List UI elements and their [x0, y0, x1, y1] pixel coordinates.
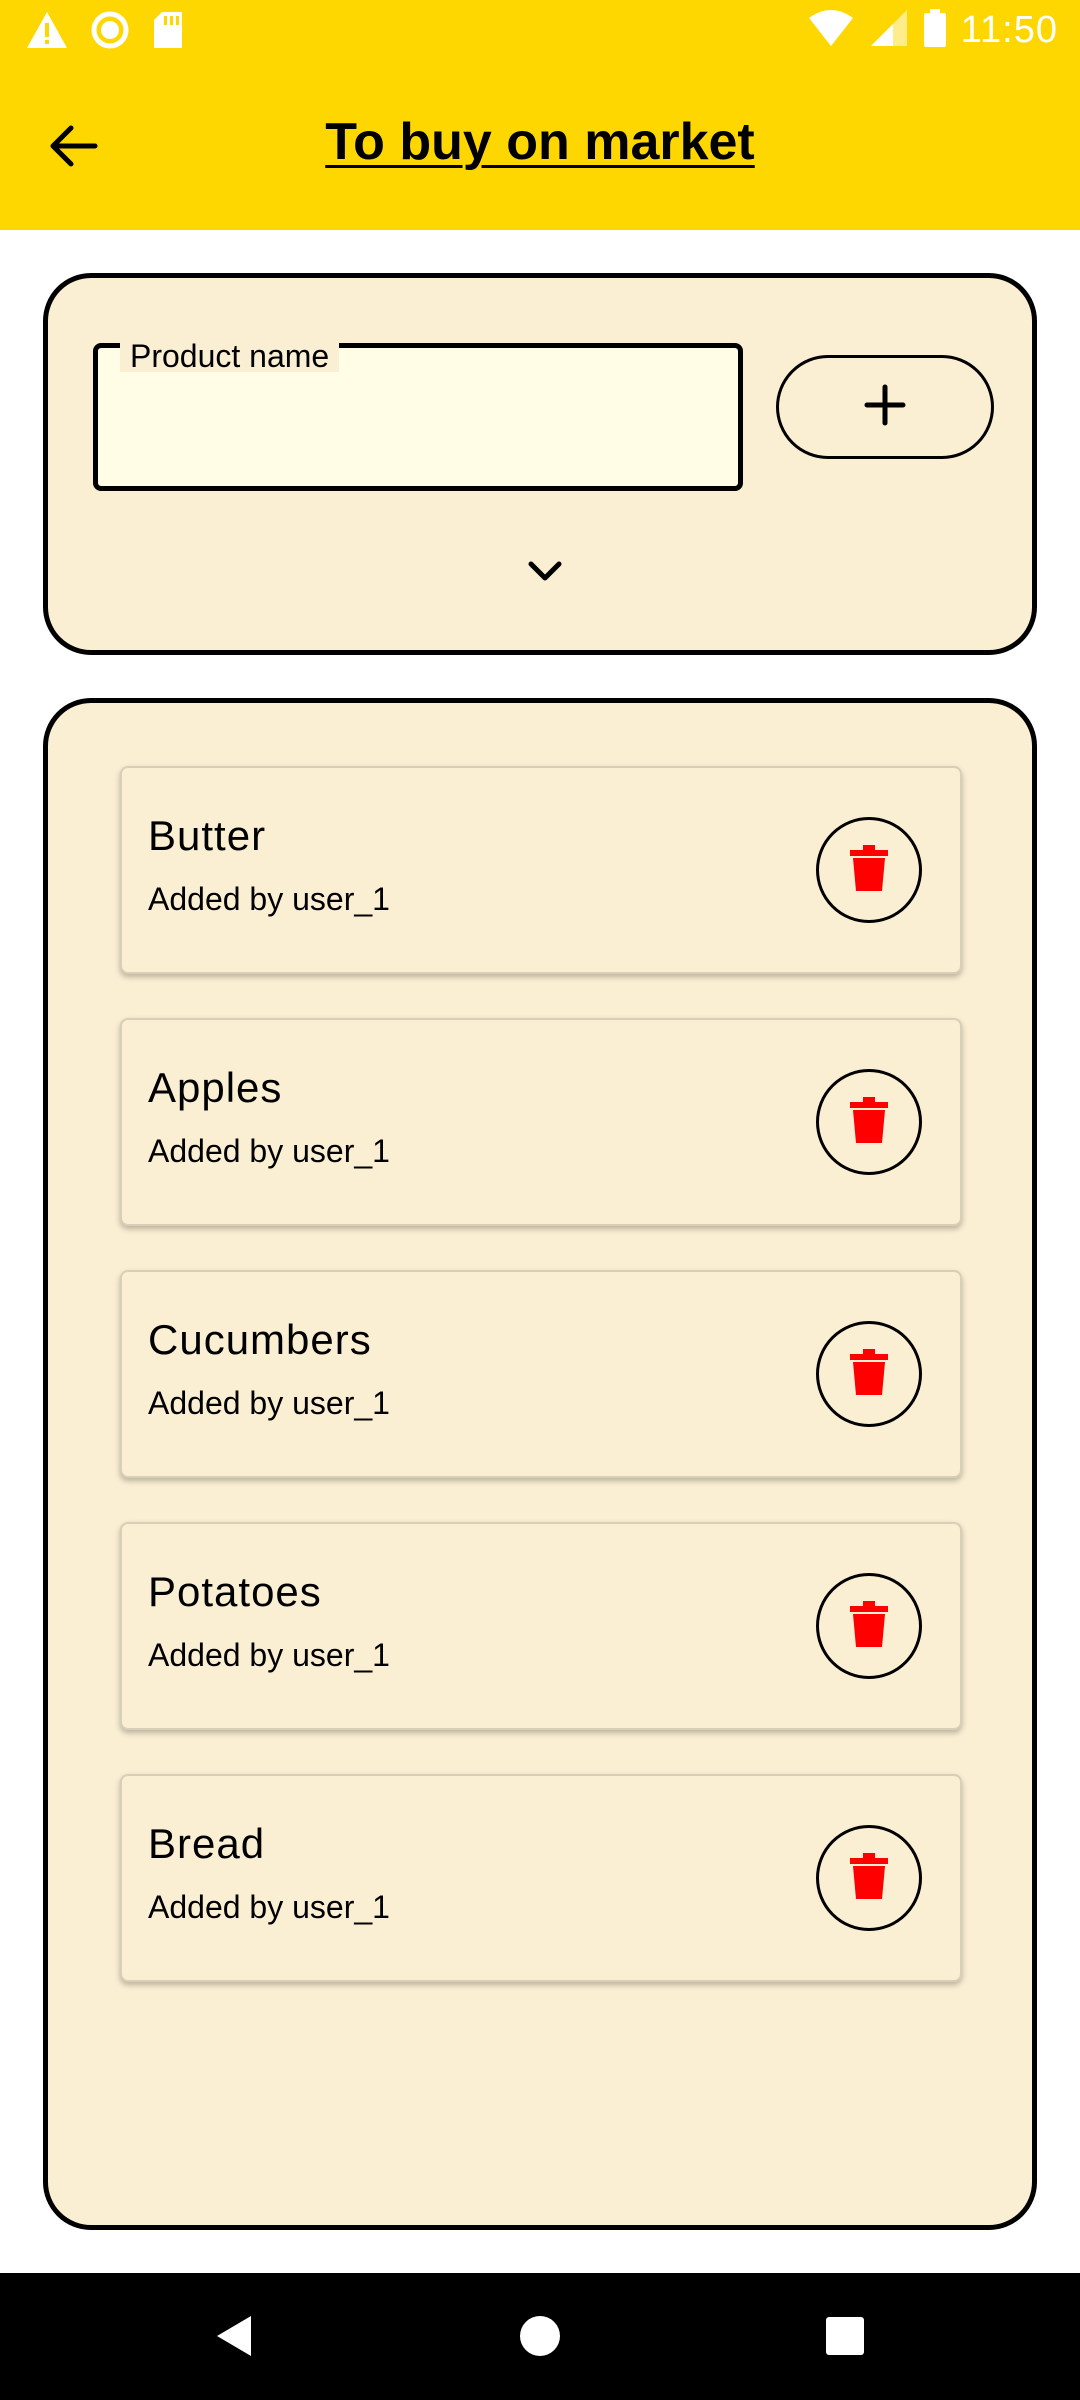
item-added-by: Added by user_1	[148, 1133, 390, 1169]
home-icon	[518, 2314, 562, 2363]
wifi-icon	[807, 8, 855, 53]
item-added-by: Added by user_1	[148, 1637, 390, 1673]
trash-icon	[849, 844, 889, 897]
delete-button[interactable]	[816, 817, 922, 923]
item-name: Bread	[148, 1820, 266, 1867]
chevron-down-icon	[527, 559, 563, 588]
list-item[interactable]: Bread Added by user_1	[120, 1774, 962, 1982]
list-item[interactable]: Apples Added by user_1	[120, 1018, 962, 1226]
trash-icon	[849, 1600, 889, 1653]
status-time: 11:50	[960, 9, 1058, 51]
circle-icon	[90, 10, 130, 55]
item-name: Cucumbers	[148, 1316, 372, 1363]
item-added-by: Added by user_1	[148, 1385, 390, 1421]
sd-card-icon	[152, 10, 184, 55]
product-name-label: Product name	[120, 340, 340, 372]
item-added-by: Added by user_1	[148, 881, 390, 917]
list-item[interactable]: Cucumbers Added by user_1	[120, 1270, 962, 1478]
add-product-button[interactable]	[776, 355, 994, 459]
item-name: Potatoes	[148, 1568, 322, 1615]
status-bar: 11:50	[0, 0, 1080, 63]
trash-icon	[849, 1348, 889, 1401]
nav-home-button[interactable]	[505, 2303, 575, 2373]
delete-button[interactable]	[816, 1069, 922, 1175]
delete-button[interactable]	[816, 1321, 922, 1427]
recents-icon	[825, 2316, 865, 2361]
list-item[interactable]: Butter Added by user_1	[120, 766, 962, 974]
warning-icon	[26, 10, 68, 55]
back-button[interactable]	[44, 118, 104, 178]
expand-options-button[interactable]	[515, 548, 575, 598]
signal-icon	[869, 8, 909, 53]
nav-back-button[interactable]	[200, 2303, 270, 2373]
battery-icon	[923, 8, 947, 53]
delete-button[interactable]	[816, 1825, 922, 1931]
arrow-left-icon	[49, 124, 99, 173]
trash-icon	[849, 1852, 889, 1905]
app-bar: 11:50 To buy on market	[0, 0, 1080, 230]
trash-icon	[849, 1096, 889, 1149]
item-added-by: Added by user_1	[148, 1889, 390, 1925]
nav-recents-button[interactable]	[810, 2303, 880, 2373]
item-name: Butter	[148, 812, 267, 859]
shopping-list-card: Butter Added by user_1 Apples Added by u…	[43, 698, 1037, 2230]
system-nav-bar	[0, 2273, 1080, 2400]
delete-button[interactable]	[816, 1573, 922, 1679]
back-icon	[215, 2314, 255, 2363]
page-title: To buy on market	[325, 113, 755, 171]
plus-icon	[863, 383, 907, 432]
item-name: Apples	[148, 1064, 283, 1111]
list-item[interactable]: Potatoes Added by user_1	[120, 1522, 962, 1730]
add-product-card	[43, 273, 1037, 655]
